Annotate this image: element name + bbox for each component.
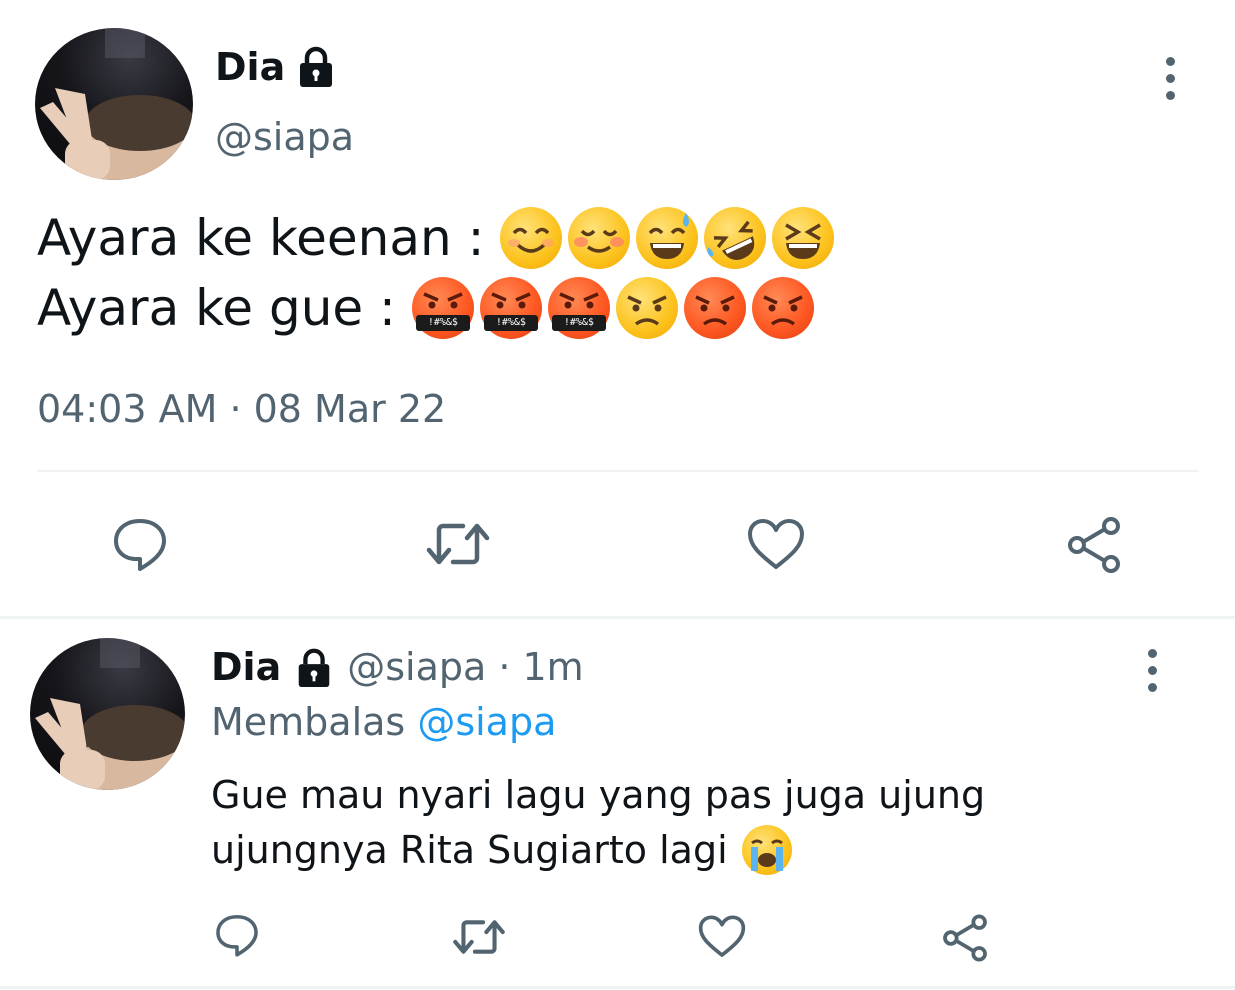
bottom-divider: [0, 986, 1235, 989]
share-icon[interactable]: [940, 913, 990, 967]
angry-face-icon: [751, 277, 814, 339]
reply-icon[interactable]: [110, 515, 170, 577]
more-options-icon[interactable]: [1166, 57, 1175, 108]
sweat-smile-face-icon: [636, 207, 699, 269]
handle-and-time[interactable]: @siapa · 1m: [347, 645, 583, 689]
cursing-face-icon: !#%&$: [411, 277, 474, 339]
section-divider: [0, 616, 1235, 619]
smiling-face-icon: [500, 207, 563, 269]
squinting-laugh-face-icon: [772, 207, 835, 269]
avatar[interactable]: [30, 638, 185, 790]
curse-symbols: !#%&$: [551, 315, 606, 331]
avatar[interactable]: [35, 28, 193, 180]
like-icon[interactable]: [697, 914, 747, 964]
replying-to-label: Membalas: [211, 700, 406, 744]
display-name[interactable]: Dia: [215, 45, 285, 89]
lock-icon: [293, 646, 335, 688]
curse-symbols: !#%&$: [415, 315, 470, 331]
annoyed-face-icon: [615, 277, 678, 339]
tweet-text-line: Ayara ke gue :: [37, 279, 396, 337]
reply-text-line: Gue mau nyari lagu yang pas juga ujung: [211, 773, 986, 817]
display-name[interactable]: Dia: [211, 645, 281, 689]
like-icon[interactable]: [746, 517, 806, 577]
retweet-icon[interactable]: [452, 914, 506, 964]
retweet-icon[interactable]: [425, 516, 491, 576]
tweet-timestamp[interactable]: 04:03 AM · 08 Mar 22: [37, 387, 446, 431]
reply-text-line: ujungnya Rita Sugiarto lagi: [211, 828, 728, 872]
reply-icon[interactable]: [213, 912, 261, 962]
tweet-text-line: Ayara ke keenan :: [37, 209, 485, 267]
share-icon[interactable]: [1064, 515, 1124, 579]
angry-face-icon: [683, 277, 746, 339]
more-options-icon[interactable]: [1148, 649, 1157, 700]
cursing-face-icon: !#%&$: [547, 277, 610, 339]
profile-photo-icon: [35, 638, 185, 790]
divider: [37, 470, 1199, 472]
curse-symbols: !#%&$: [483, 315, 538, 331]
handle[interactable]: @siapa: [215, 115, 354, 159]
profile-photo-icon: [40, 28, 193, 180]
crying-face-icon: [741, 825, 792, 875]
lock-icon: [294, 44, 338, 88]
cursing-face-icon: !#%&$: [479, 277, 542, 339]
blushing-face-icon: [568, 207, 631, 269]
replying-to-handle[interactable]: @siapa: [417, 700, 556, 744]
rofl-face-icon: [704, 207, 767, 269]
